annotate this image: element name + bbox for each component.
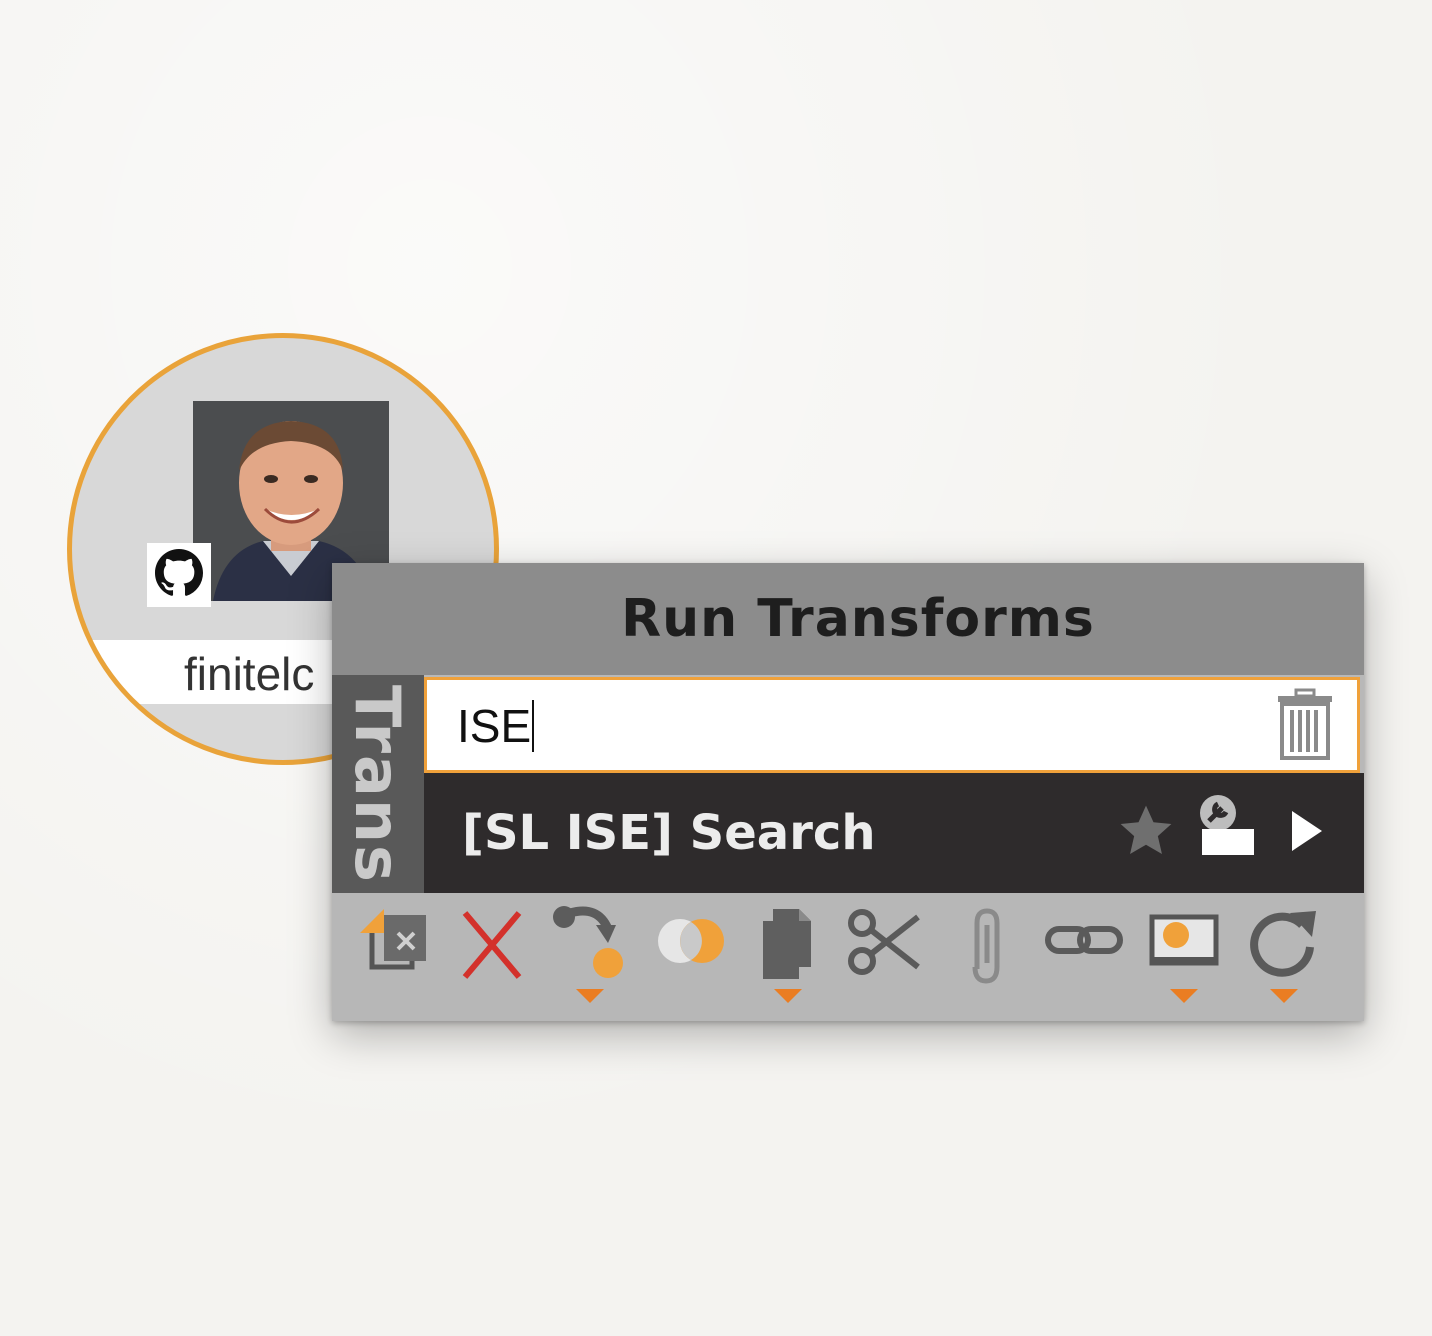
attach-button[interactable] (946, 903, 1026, 1003)
transform-result-label: [SL ISE] Search (462, 805, 876, 861)
link-icon (1044, 903, 1124, 987)
play-icon (1290, 809, 1324, 857)
entity-label: finitelc (184, 648, 315, 700)
merge-button[interactable] (650, 903, 730, 1003)
delete-button[interactable] (452, 903, 532, 1003)
delete-icon (457, 903, 527, 987)
merge-icon (650, 903, 730, 987)
view-dropdown-arrow[interactable] (1170, 989, 1198, 1003)
refresh-dropdown-arrow[interactable] (1270, 989, 1298, 1003)
attach-icon (961, 903, 1011, 991)
copy-button[interactable] (748, 903, 828, 1003)
text-caret (532, 700, 535, 752)
copy-dropdown-arrow[interactable] (774, 989, 802, 1003)
refresh-icon (1244, 903, 1324, 987)
copy-icon (753, 903, 823, 991)
side-tab[interactable]: Trans (332, 675, 424, 893)
run-transform-button[interactable] (1282, 803, 1332, 863)
change-type-button[interactable] (354, 903, 434, 1003)
search-box[interactable]: ISE (424, 677, 1360, 773)
transform-settings-icon (1194, 793, 1260, 863)
select-links-icon (550, 903, 630, 991)
search-value-text: ISE (457, 700, 532, 752)
refresh-button[interactable] (1244, 903, 1324, 1003)
transform-result-row[interactable]: [SL ISE] Search (424, 773, 1364, 893)
view-button[interactable] (1144, 903, 1224, 1003)
search-input[interactable]: ISE (457, 692, 535, 760)
change-type-icon (358, 903, 430, 987)
panel-title: Run Transforms (621, 589, 1095, 649)
select-links-dropdown-arrow[interactable] (576, 989, 604, 1003)
transform-settings-button[interactable] (1192, 793, 1262, 863)
github-icon (155, 549, 203, 601)
cut-icon (846, 903, 926, 987)
side-tab-label: Trans (341, 685, 414, 884)
trash-icon (1276, 688, 1334, 764)
toolbar (332, 893, 1364, 1021)
favorite-button[interactable] (1114, 801, 1178, 865)
cut-button[interactable] (846, 903, 926, 1003)
github-badge (147, 543, 211, 607)
view-icon (1146, 903, 1222, 987)
clear-search-button[interactable] (1275, 688, 1335, 764)
link-button[interactable] (1044, 903, 1124, 1003)
star-icon (1117, 803, 1175, 863)
select-links-button[interactable] (550, 903, 630, 1003)
run-transforms-panel: Run Transforms Trans ISE [SL ISE] Search (332, 563, 1364, 1021)
